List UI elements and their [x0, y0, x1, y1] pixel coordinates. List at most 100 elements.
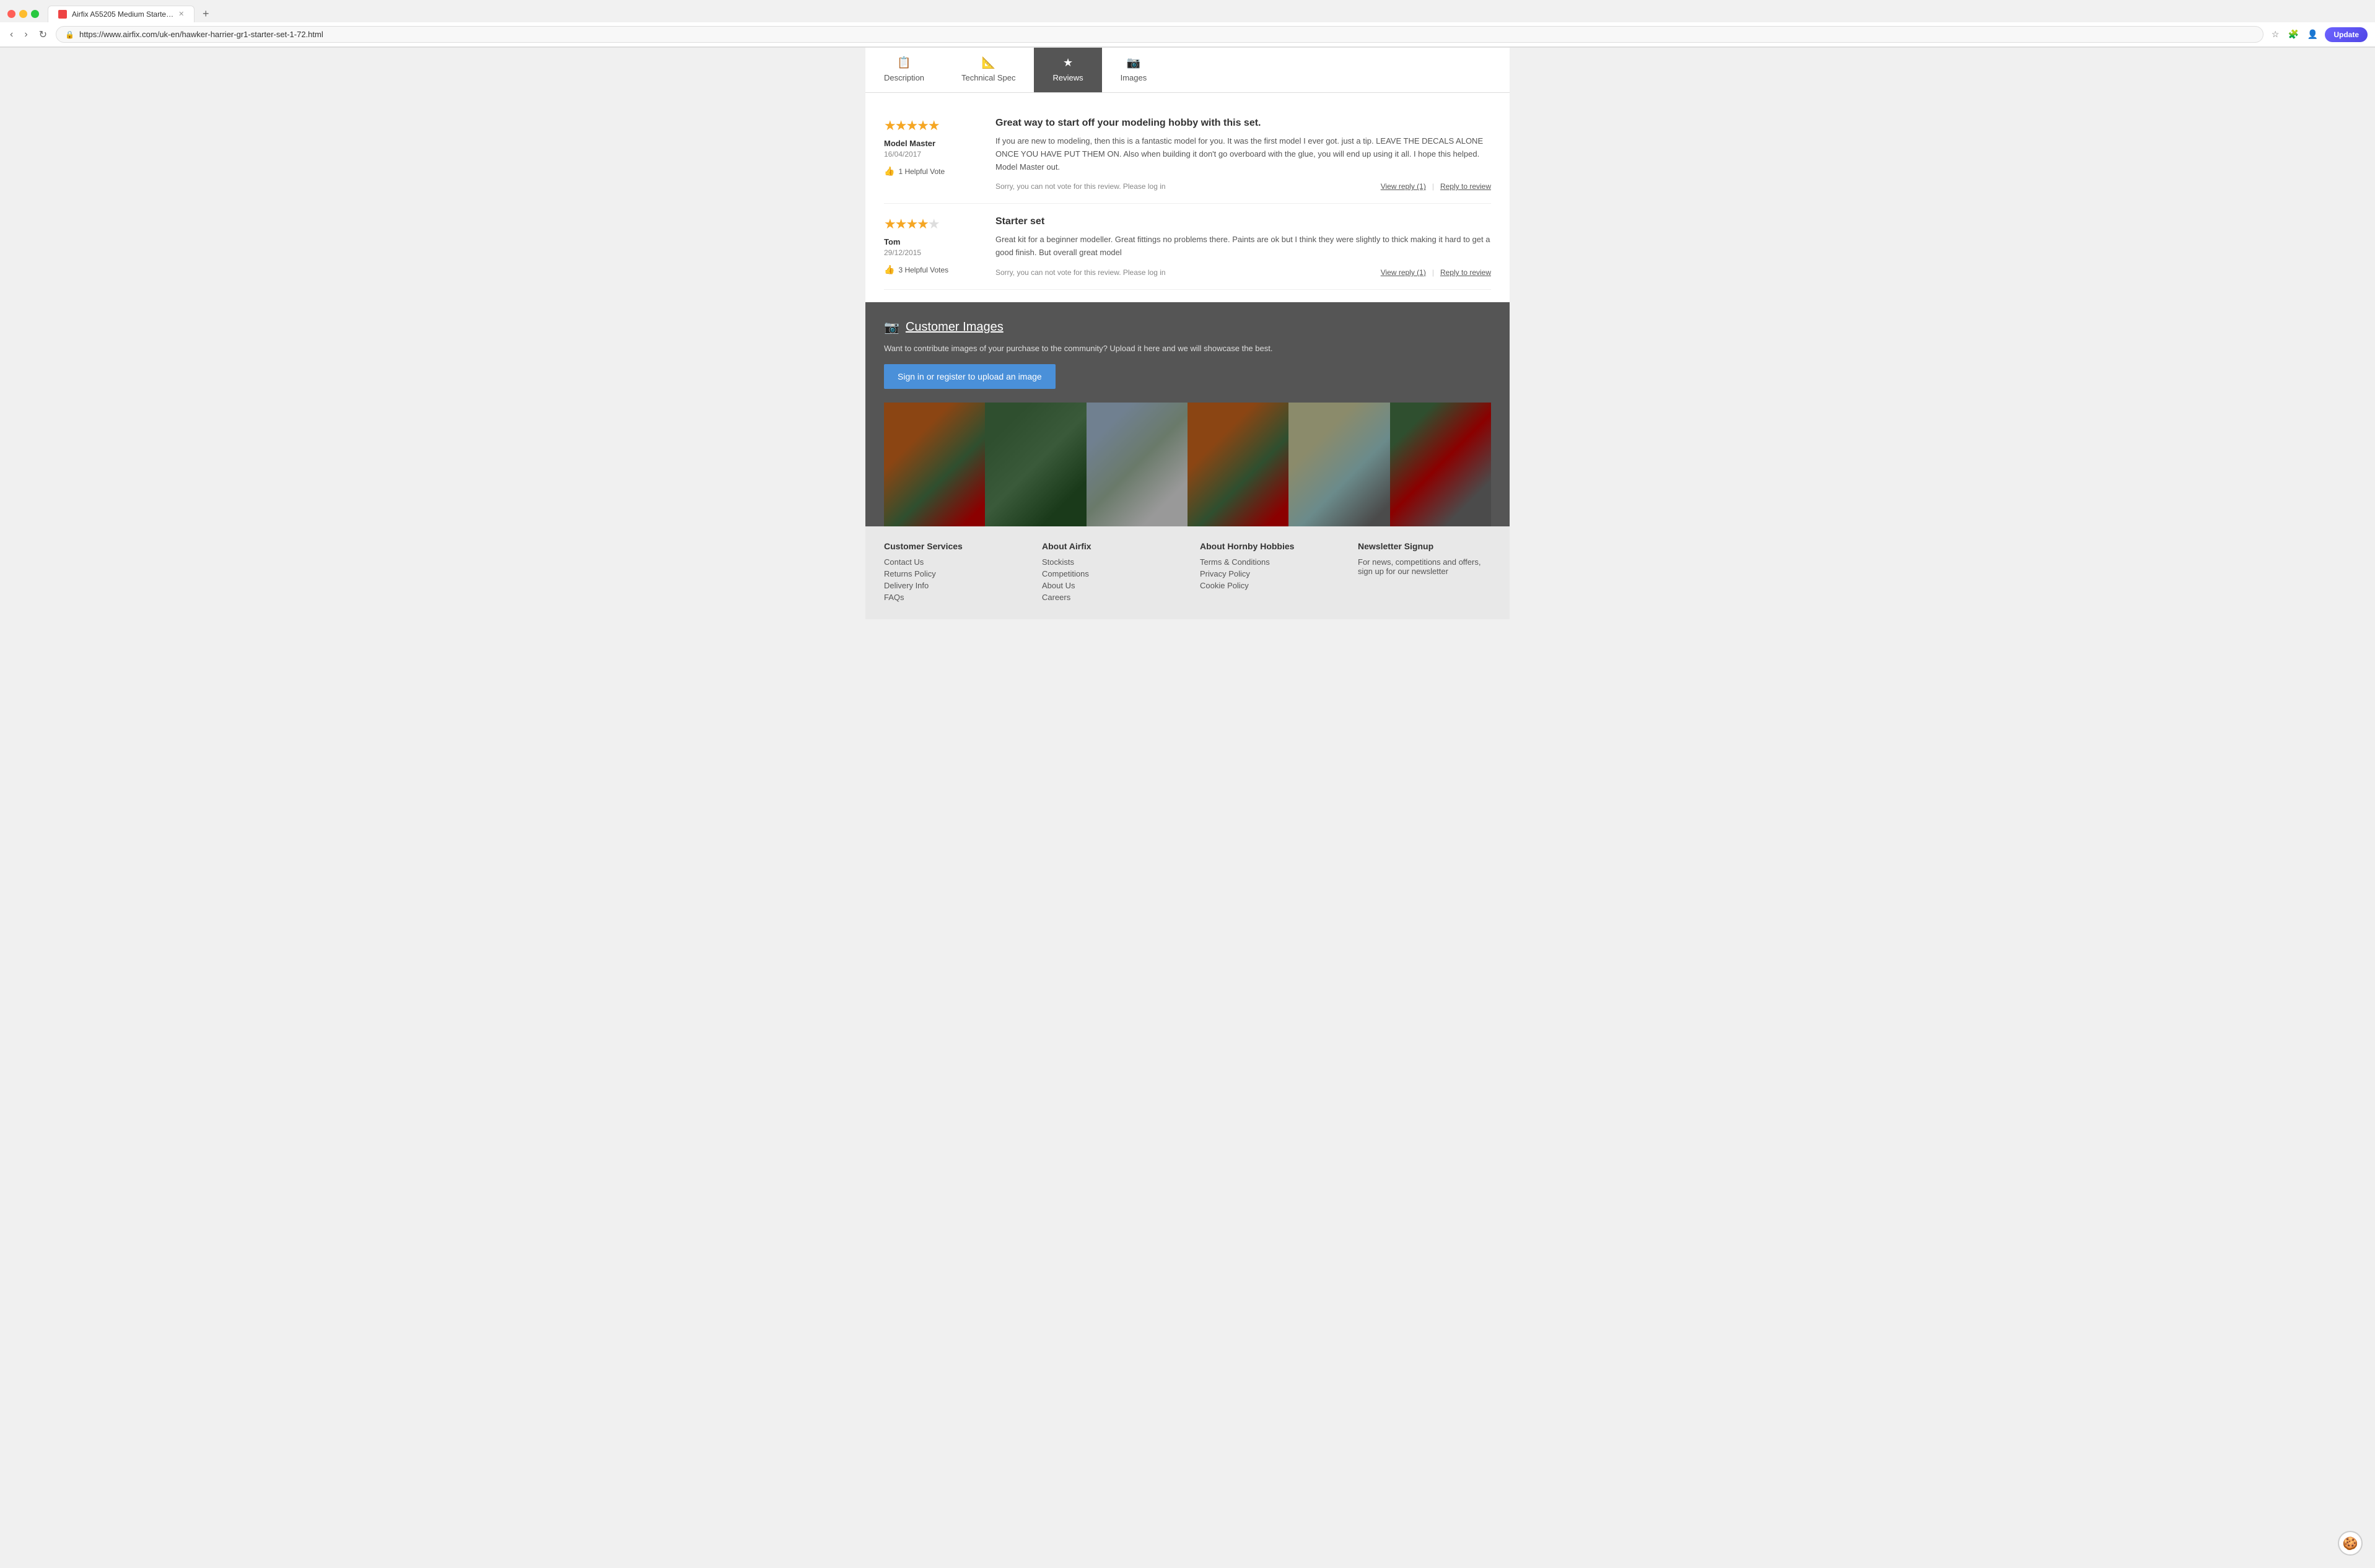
review-left-1: ★★★★★ Model Master 16/04/2017 👍 1 Helpfu…	[884, 118, 983, 191]
tab-bar: Airfix A55205 Medium Starte… ✕ +	[0, 0, 2375, 22]
browser-actions: ☆ 🧩 👤 Update	[2270, 27, 2368, 42]
tab-description[interactable]: 📋 Description	[865, 48, 943, 92]
url-text: https://www.airfix.com/uk-en/hawker-harr…	[79, 30, 2254, 39]
review-item: ★★★★★ Model Master 16/04/2017 👍 1 Helpfu…	[884, 105, 1491, 204]
ci-images-grid	[884, 403, 1491, 526]
review-stars-1: ★★★★★	[884, 118, 983, 134]
footer-returns-policy[interactable]: Returns Policy	[884, 569, 1017, 578]
close-button[interactable]	[7, 10, 15, 18]
footer-customer-services: Customer Services Contact Us Returns Pol…	[884, 541, 1017, 604]
footer-newsletter: Newsletter Signup For news, competitions…	[1358, 541, 1491, 604]
tab-close-icon[interactable]: ✕	[178, 10, 184, 18]
footer-about-hornby-title: About Hornby Hobbies	[1200, 541, 1333, 551]
review-helpful-count-2: 3 Helpful Votes	[898, 266, 948, 274]
customer-image-4[interactable]	[1188, 403, 1288, 526]
customer-image-3[interactable]	[1087, 403, 1188, 526]
review-body-1: If you are new to modeling, then this is…	[995, 135, 1491, 173]
footer-newsletter-title: Newsletter Signup	[1358, 541, 1491, 551]
review-date-1: 16/04/2017	[884, 150, 983, 159]
review-divider-2: |	[1432, 268, 1434, 277]
lock-icon: 🔒	[65, 30, 74, 39]
review-links-2: View reply (1) | Reply to review	[1381, 268, 1491, 277]
tab-technical-spec-label: Technical Spec	[961, 73, 1015, 82]
review-author-1: Model Master	[884, 139, 983, 148]
account-icon[interactable]: 👤	[2306, 27, 2320, 41]
footer-customer-services-title: Customer Services	[884, 541, 1017, 551]
bookmark-icon[interactable]: ☆	[2270, 27, 2281, 41]
address-bar: ‹ › ↻ 🔒 https://www.airfix.com/uk-en/haw…	[0, 22, 2375, 47]
footer: Customer Services Contact Us Returns Pol…	[865, 526, 1510, 619]
upload-image-button[interactable]: Sign in or register to upload an image	[884, 364, 1056, 389]
new-tab-button[interactable]: +	[197, 5, 214, 22]
url-bar[interactable]: 🔒 https://www.airfix.com/uk-en/hawker-ha…	[56, 26, 2263, 43]
review-actions-2: Sorry, you can not vote for this review.…	[995, 268, 1491, 277]
review-helpful-1: 👍 1 Helpful Vote	[884, 166, 983, 176]
footer-faqs[interactable]: FAQs	[884, 593, 1017, 602]
description-icon: 📋	[897, 56, 911, 69]
review-vote-text-2: Sorry, you can not vote for this review.…	[995, 268, 1166, 277]
review-title-2: Starter set	[995, 216, 1491, 227]
cookie-button[interactable]: 🍪	[2338, 1531, 2363, 1556]
customer-image-1[interactable]	[884, 403, 985, 526]
footer-stockists[interactable]: Stockists	[1042, 557, 1175, 567]
forward-button[interactable]: ›	[22, 28, 30, 41]
tab-reviews-label: Reviews	[1052, 73, 1083, 82]
ci-section-title: Customer Images	[906, 320, 1004, 334]
footer-newsletter-text: For news, competitions and offers, sign …	[1358, 557, 1491, 576]
footer-competitions[interactable]: Competitions	[1042, 569, 1175, 578]
active-tab[interactable]: Airfix A55205 Medium Starte… ✕	[48, 6, 195, 22]
review-links-1: View reply (1) | Reply to review	[1381, 182, 1491, 191]
customer-image-6[interactable]	[1390, 403, 1491, 526]
review-item-2: ★★★★★ Tom 29/12/2015 👍 3 Helpful Votes S…	[884, 204, 1491, 290]
reply-to-review-button-2[interactable]: Reply to review	[1440, 268, 1491, 277]
review-title-1: Great way to start off your modeling hob…	[995, 118, 1491, 129]
page-wrapper: 📋 Description 📐 Technical Spec ★ Reviews…	[865, 48, 1510, 619]
customer-image-2[interactable]	[985, 403, 1086, 526]
footer-about-hornby: About Hornby Hobbies Terms & Conditions …	[1200, 541, 1333, 604]
footer-terms-conditions[interactable]: Terms & Conditions	[1200, 557, 1333, 567]
review-divider-1: |	[1432, 182, 1434, 191]
footer-about-airfix: About Airfix Stockists Competitions Abou…	[1042, 541, 1175, 604]
tab-reviews[interactable]: ★ Reviews	[1034, 48, 1101, 92]
extensions-icon[interactable]: 🧩	[2286, 27, 2300, 41]
review-right-1: Great way to start off your modeling hob…	[995, 118, 1491, 191]
tab-title: Airfix A55205 Medium Starte…	[72, 10, 173, 19]
review-left-2: ★★★★★ Tom 29/12/2015 👍 3 Helpful Votes	[884, 216, 983, 277]
reply-to-review-button-1[interactable]: Reply to review	[1440, 182, 1491, 191]
review-stars-2: ★★★★★	[884, 216, 983, 232]
footer-careers[interactable]: Careers	[1042, 593, 1175, 602]
maximize-button[interactable]	[31, 10, 39, 18]
minimize-button[interactable]	[19, 10, 27, 18]
reload-button[interactable]: ↻	[37, 27, 50, 42]
update-button[interactable]: Update	[2325, 27, 2368, 42]
footer-cookie-policy[interactable]: Cookie Policy	[1200, 581, 1333, 590]
footer-about-airfix-title: About Airfix	[1042, 541, 1175, 551]
images-icon: 📷	[1127, 56, 1140, 69]
view-reply-button-1[interactable]: View reply (1)	[1381, 182, 1426, 191]
customer-image-5[interactable]	[1288, 403, 1389, 526]
review-right-2: Starter set Great kit for a beginner mod…	[995, 216, 1491, 277]
tab-images[interactable]: 📷 Images	[1102, 48, 1166, 92]
review-helpful-2: 👍 3 Helpful Votes	[884, 264, 983, 275]
footer-contact-us[interactable]: Contact Us	[884, 557, 1017, 567]
reviews-icon: ★	[1063, 56, 1073, 69]
thumb-up-icon-1: 👍	[884, 166, 894, 176]
review-author-2: Tom	[884, 237, 983, 246]
footer-about-us[interactable]: About Us	[1042, 581, 1175, 590]
review-actions-1: Sorry, you can not vote for this review.…	[995, 182, 1491, 191]
tab-images-label: Images	[1121, 73, 1147, 82]
traffic-lights	[7, 10, 39, 18]
ci-description: Want to contribute images of your purcha…	[884, 344, 1491, 353]
reviews-section: ★★★★★ Model Master 16/04/2017 👍 1 Helpfu…	[865, 93, 1510, 302]
product-tabs: 📋 Description 📐 Technical Spec ★ Reviews…	[865, 48, 1510, 93]
thumb-up-icon-2: 👍	[884, 264, 894, 275]
technical-spec-icon: 📐	[982, 56, 995, 69]
review-vote-text-1: Sorry, you can not vote for this review.…	[995, 182, 1166, 191]
view-reply-button-2[interactable]: View reply (1)	[1381, 268, 1426, 277]
footer-delivery-info[interactable]: Delivery Info	[884, 581, 1017, 590]
back-button[interactable]: ‹	[7, 28, 15, 41]
tab-description-label: Description	[884, 73, 924, 82]
footer-privacy-policy[interactable]: Privacy Policy	[1200, 569, 1333, 578]
customer-images-section: 📷 Customer Images Want to contribute ima…	[865, 302, 1510, 526]
tab-technical-spec[interactable]: 📐 Technical Spec	[943, 48, 1034, 92]
